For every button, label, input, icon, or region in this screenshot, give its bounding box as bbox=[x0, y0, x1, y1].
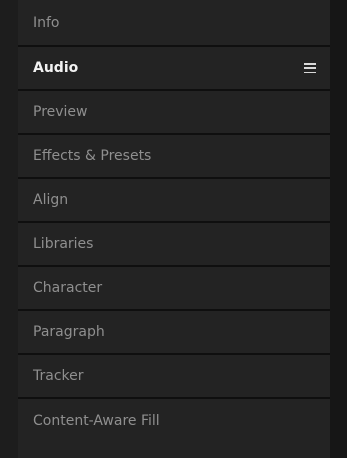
menu-icon-line bbox=[304, 71, 316, 73]
panel-label-character: Character bbox=[33, 280, 103, 296]
panel-row-audio[interactable]: Audio bbox=[18, 47, 330, 91]
panel-label-align: Align bbox=[33, 192, 69, 208]
menu-icon-line bbox=[304, 67, 316, 69]
panel-row-character[interactable]: Character bbox=[18, 267, 330, 311]
panel-label-libraries: Libraries bbox=[33, 236, 94, 252]
panel-label-content-aware-fill: Content-Aware Fill bbox=[33, 413, 160, 429]
panel-label-info: Info bbox=[33, 14, 60, 31]
panel-label-tracker: Tracker bbox=[33, 368, 84, 384]
panel-row-tracker[interactable]: Tracker bbox=[18, 355, 330, 399]
panel-label-preview: Preview bbox=[33, 104, 88, 120]
panel-row-effects-presets[interactable]: Effects & Presets bbox=[18, 135, 330, 179]
panel-label-effects-presets: Effects & Presets bbox=[33, 148, 152, 164]
hamburger-menu-icon[interactable] bbox=[304, 63, 316, 73]
panel-row-info[interactable]: Info bbox=[18, 0, 330, 47]
panel-row-align[interactable]: Align bbox=[18, 179, 330, 223]
panel-row-libraries[interactable]: Libraries bbox=[18, 223, 330, 267]
panel-label-paragraph: Paragraph bbox=[33, 324, 105, 340]
panel-list: Info Audio Preview Effects & Presets Ali… bbox=[18, 0, 330, 458]
panel-row-preview[interactable]: Preview bbox=[18, 91, 330, 135]
panel-stack-window: Info Audio Preview Effects & Presets Ali… bbox=[0, 0, 347, 458]
panel-label-audio: Audio bbox=[33, 60, 79, 76]
panel-row-paragraph[interactable]: Paragraph bbox=[18, 311, 330, 355]
panel-row-content-aware-fill[interactable]: Content-Aware Fill bbox=[18, 399, 330, 443]
right-gutter bbox=[330, 0, 347, 458]
menu-icon-line bbox=[304, 63, 316, 65]
